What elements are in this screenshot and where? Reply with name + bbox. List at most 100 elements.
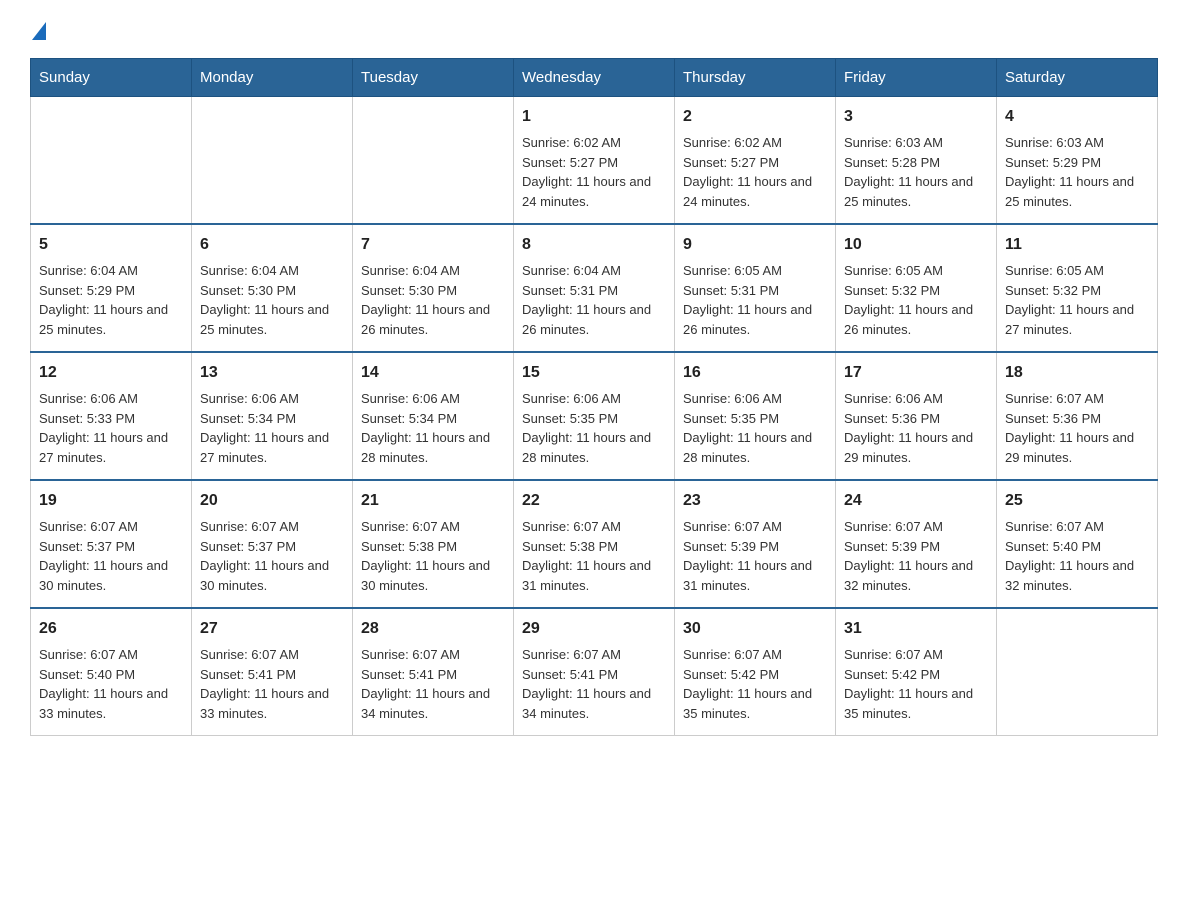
day-info: Sunrise: 6:07 AM Sunset: 5:42 PM Dayligh… xyxy=(844,645,988,723)
week-row: 12 Sunrise: 6:06 AM Sunset: 5:33 PM Dayli… xyxy=(31,352,1158,480)
day-info: Sunrise: 6:07 AM Sunset: 5:41 PM Dayligh… xyxy=(200,645,344,723)
day-number: 28 xyxy=(361,617,505,641)
calendar-cell: 25 Sunrise: 6:07 AM Sunset: 5:40 PM Dayli… xyxy=(997,480,1158,608)
calendar-cell: 4Sunrise: 6:03 AM Sunset: 5:29 PM Daylig… xyxy=(997,97,1158,225)
day-number: 20 xyxy=(200,489,344,513)
calendar-cell: 15 Sunrise: 6:06 AM Sunset: 5:35 PM Dayli… xyxy=(514,352,675,480)
calendar-cell: 7 Sunrise: 6:04 AM Sunset: 5:30 PM Daylig… xyxy=(353,224,514,352)
logo-triangle-icon xyxy=(32,22,46,40)
day-number: 14 xyxy=(361,361,505,385)
day-info: Sunrise: 6:04 AM Sunset: 5:30 PM Dayligh… xyxy=(200,261,344,339)
day-number: 25 xyxy=(1005,489,1149,513)
day-info: Sunrise: 6:04 AM Sunset: 5:29 PM Dayligh… xyxy=(39,261,183,339)
day-number: 4 xyxy=(1005,105,1149,129)
day-info: Sunrise: 6:07 AM Sunset: 5:37 PM Dayligh… xyxy=(200,517,344,595)
day-info: Sunrise: 6:06 AM Sunset: 5:34 PM Dayligh… xyxy=(361,389,505,467)
day-number: 5 xyxy=(39,233,183,257)
day-number: 6 xyxy=(200,233,344,257)
day-number: 27 xyxy=(200,617,344,641)
calendar-cell: 24Sunrise: 6:07 AM Sunset: 5:39 PM Dayli… xyxy=(836,480,997,608)
day-number: 11 xyxy=(1005,233,1149,257)
day-info: Sunrise: 6:07 AM Sunset: 5:41 PM Dayligh… xyxy=(522,645,666,723)
day-info: Sunrise: 6:07 AM Sunset: 5:39 PM Dayligh… xyxy=(844,517,988,595)
header-cell-wednesday: Wednesday xyxy=(514,59,675,97)
calendar-cell: 19 Sunrise: 6:07 AM Sunset: 5:37 PM Dayli… xyxy=(31,480,192,608)
day-number: 7 xyxy=(361,233,505,257)
calendar-cell: 6 Sunrise: 6:04 AM Sunset: 5:30 PM Daylig… xyxy=(192,224,353,352)
calendar-cell: 13 Sunrise: 6:06 AM Sunset: 5:34 PM Dayli… xyxy=(192,352,353,480)
calendar-cell: 8 Sunrise: 6:04 AM Sunset: 5:31 PM Daylig… xyxy=(514,224,675,352)
calendar-cell: 9 Sunrise: 6:05 AM Sunset: 5:31 PM Daylig… xyxy=(675,224,836,352)
day-number: 8 xyxy=(522,233,666,257)
calendar-cell: 27 Sunrise: 6:07 AM Sunset: 5:41 PM Dayli… xyxy=(192,608,353,736)
week-row: 1 Sunrise: 6:02 AM Sunset: 5:27 PM Daylig… xyxy=(31,97,1158,225)
week-row: 26 Sunrise: 6:07 AM Sunset: 5:40 PM Dayli… xyxy=(31,608,1158,736)
day-info: Sunrise: 6:07 AM Sunset: 5:42 PM Dayligh… xyxy=(683,645,827,723)
calendar-cell: 22Sunrise: 6:07 AM Sunset: 5:38 PM Dayli… xyxy=(514,480,675,608)
day-info: Sunrise: 6:07 AM Sunset: 5:37 PM Dayligh… xyxy=(39,517,183,595)
calendar-cell: 26 Sunrise: 6:07 AM Sunset: 5:40 PM Dayli… xyxy=(31,608,192,736)
day-info: Sunrise: 6:06 AM Sunset: 5:33 PM Dayligh… xyxy=(39,389,183,467)
calendar-table: SundayMondayTuesdayWednesdayThursdayFrid… xyxy=(30,58,1158,736)
day-info: Sunrise: 6:07 AM Sunset: 5:39 PM Dayligh… xyxy=(683,517,827,595)
day-info: Sunrise: 6:05 AM Sunset: 5:32 PM Dayligh… xyxy=(844,261,988,339)
day-number: 1 xyxy=(522,105,666,129)
day-number: 29 xyxy=(522,617,666,641)
header-row: SundayMondayTuesdayWednesdayThursdayFrid… xyxy=(31,59,1158,97)
day-number: 12 xyxy=(39,361,183,385)
day-info: Sunrise: 6:04 AM Sunset: 5:31 PM Dayligh… xyxy=(522,261,666,339)
day-info: Sunrise: 6:06 AM Sunset: 5:34 PM Dayligh… xyxy=(200,389,344,467)
day-number: 2 xyxy=(683,105,827,129)
day-info: Sunrise: 6:07 AM Sunset: 5:38 PM Dayligh… xyxy=(361,517,505,595)
day-number: 17 xyxy=(844,361,988,385)
calendar-cell: 20 Sunrise: 6:07 AM Sunset: 5:37 PM Dayli… xyxy=(192,480,353,608)
day-info: Sunrise: 6:05 AM Sunset: 5:31 PM Dayligh… xyxy=(683,261,827,339)
calendar-cell: 17 Sunrise: 6:06 AM Sunset: 5:36 PM Dayli… xyxy=(836,352,997,480)
day-info: Sunrise: 6:06 AM Sunset: 5:35 PM Dayligh… xyxy=(683,389,827,467)
day-number: 19 xyxy=(39,489,183,513)
header-cell-saturday: Saturday xyxy=(997,59,1158,97)
week-row: 5 Sunrise: 6:04 AM Sunset: 5:29 PM Daylig… xyxy=(31,224,1158,352)
day-number: 16 xyxy=(683,361,827,385)
day-number: 23 xyxy=(683,489,827,513)
calendar-cell: 29 Sunrise: 6:07 AM Sunset: 5:41 PM Dayli… xyxy=(514,608,675,736)
calendar-cell: 2Sunrise: 6:02 AM Sunset: 5:27 PM Daylig… xyxy=(675,97,836,225)
calendar-cell: 31Sunrise: 6:07 AM Sunset: 5:42 PM Dayli… xyxy=(836,608,997,736)
calendar-cell: 12 Sunrise: 6:06 AM Sunset: 5:33 PM Dayli… xyxy=(31,352,192,480)
day-number: 26 xyxy=(39,617,183,641)
calendar-cell: 30 Sunrise: 6:07 AM Sunset: 5:42 PM Dayli… xyxy=(675,608,836,736)
calendar-cell: 28Sunrise: 6:07 AM Sunset: 5:41 PM Dayli… xyxy=(353,608,514,736)
day-info: Sunrise: 6:05 AM Sunset: 5:32 PM Dayligh… xyxy=(1005,261,1149,339)
day-number: 9 xyxy=(683,233,827,257)
day-info: Sunrise: 6:07 AM Sunset: 5:40 PM Dayligh… xyxy=(39,645,183,723)
day-number: 15 xyxy=(522,361,666,385)
calendar-cell xyxy=(997,608,1158,736)
day-number: 21 xyxy=(361,489,505,513)
day-number: 10 xyxy=(844,233,988,257)
calendar-cell: 5 Sunrise: 6:04 AM Sunset: 5:29 PM Daylig… xyxy=(31,224,192,352)
calendar-cell: 16 Sunrise: 6:06 AM Sunset: 5:35 PM Dayli… xyxy=(675,352,836,480)
day-info: Sunrise: 6:06 AM Sunset: 5:36 PM Dayligh… xyxy=(844,389,988,467)
day-info: Sunrise: 6:02 AM Sunset: 5:27 PM Dayligh… xyxy=(522,133,666,211)
calendar-cell: 18 Sunrise: 6:07 AM Sunset: 5:36 PM Dayli… xyxy=(997,352,1158,480)
day-number: 18 xyxy=(1005,361,1149,385)
day-info: Sunrise: 6:07 AM Sunset: 5:36 PM Dayligh… xyxy=(1005,389,1149,467)
header-cell-sunday: Sunday xyxy=(31,59,192,97)
day-number: 13 xyxy=(200,361,344,385)
day-info: Sunrise: 6:06 AM Sunset: 5:35 PM Dayligh… xyxy=(522,389,666,467)
calendar-cell xyxy=(353,97,514,225)
calendar-cell: 11 Sunrise: 6:05 AM Sunset: 5:32 PM Dayli… xyxy=(997,224,1158,352)
day-number: 30 xyxy=(683,617,827,641)
header-cell-tuesday: Tuesday xyxy=(353,59,514,97)
calendar-body: 1 Sunrise: 6:02 AM Sunset: 5:27 PM Daylig… xyxy=(31,97,1158,736)
day-info: Sunrise: 6:04 AM Sunset: 5:30 PM Dayligh… xyxy=(361,261,505,339)
day-info: Sunrise: 6:07 AM Sunset: 5:40 PM Dayligh… xyxy=(1005,517,1149,595)
day-info: Sunrise: 6:03 AM Sunset: 5:28 PM Dayligh… xyxy=(844,133,988,211)
day-number: 3 xyxy=(844,105,988,129)
page-header xyxy=(30,20,1158,38)
calendar-header: SundayMondayTuesdayWednesdayThursdayFrid… xyxy=(31,59,1158,97)
calendar-cell: 1 Sunrise: 6:02 AM Sunset: 5:27 PM Daylig… xyxy=(514,97,675,225)
calendar-cell xyxy=(31,97,192,225)
header-cell-thursday: Thursday xyxy=(675,59,836,97)
calendar-cell: 14 Sunrise: 6:06 AM Sunset: 5:34 PM Dayli… xyxy=(353,352,514,480)
